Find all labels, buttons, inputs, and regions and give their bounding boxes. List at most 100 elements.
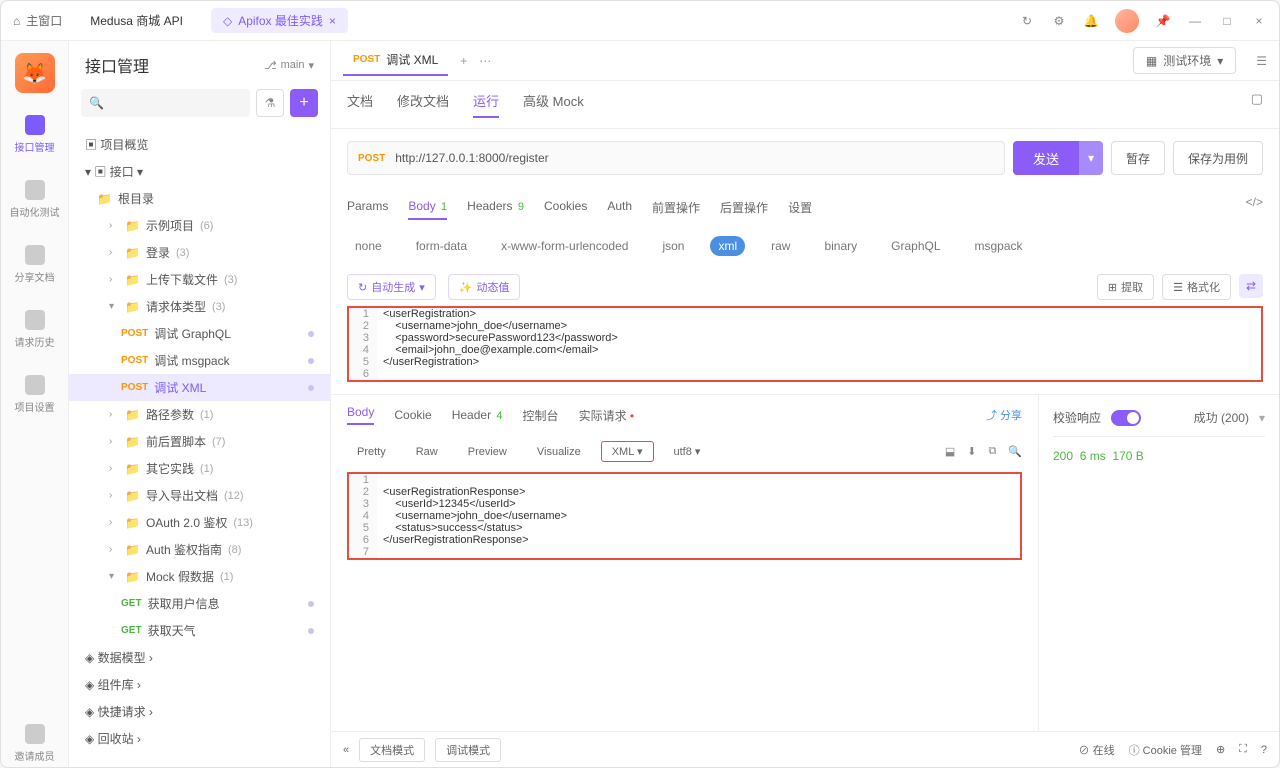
format-option[interactable]: Visualize — [527, 443, 591, 461]
tree-section[interactable]: ◈ 组件库 › — [69, 671, 330, 698]
tree-section[interactable]: ◈ 快捷请求 › — [69, 698, 330, 725]
doctab[interactable]: 运行 — [473, 91, 499, 118]
tree-endpoint[interactable]: POST 调试 msgpack — [69, 347, 330, 374]
settings-icon[interactable]: ⚙ — [1051, 13, 1067, 29]
tree-folder[interactable]: ›📁 导入导出文档 (12) — [69, 482, 330, 509]
validate-toggle[interactable] — [1111, 410, 1141, 426]
send-button[interactable]: 发送 — [1013, 141, 1079, 175]
toggle-button[interactable]: ⇄ — [1239, 274, 1263, 298]
tree-endpoint[interactable]: GET 获取用户信息 — [69, 590, 330, 617]
format-option[interactable]: utf8 ▾ — [664, 442, 711, 461]
logo[interactable]: 🦊 — [15, 53, 55, 93]
tree-root[interactable]: 📁 根目录 — [69, 185, 330, 212]
doctab[interactable]: 高级 Mock — [523, 91, 584, 118]
body-type[interactable]: GraphQL — [883, 236, 948, 256]
env-selector[interactable]: ▦ 测试环境 ▾ — [1133, 47, 1236, 74]
tree-section[interactable]: ◈ 回收站 › — [69, 725, 330, 752]
collapse-icon[interactable]: « — [343, 744, 349, 756]
filter-button[interactable]: ⚗ — [256, 89, 284, 117]
resp-tab[interactable]: Body — [347, 405, 374, 425]
code-icon[interactable]: </> — [1246, 195, 1263, 220]
tree-section[interactable]: ◈ 数据模型 › — [69, 644, 330, 671]
save-case-button[interactable]: 保存为用例 — [1173, 141, 1263, 175]
tree-folder[interactable]: ▾📁 Mock 假数据 (1) — [69, 563, 330, 590]
debug-mode-button[interactable]: 调试模式 — [435, 738, 501, 762]
tree-overview[interactable]: ▣ 项目概览 — [69, 131, 330, 158]
tree-folder[interactable]: ›📁 示例项目 (6) — [69, 212, 330, 239]
extract-button[interactable]: ⊞ 提取 — [1097, 274, 1154, 300]
tree-endpoint[interactable]: POST 调试 XML — [69, 374, 330, 401]
tree-folder[interactable]: ›📁 其它实践 (1) — [69, 455, 330, 482]
body-type[interactable]: binary — [816, 236, 865, 256]
copy-icon[interactable]: ⧉ — [988, 445, 996, 458]
search-input[interactable]: 🔍 — [81, 89, 250, 117]
tree-folder[interactable]: ›📁 登录 (3) — [69, 239, 330, 266]
doc-mode-button[interactable]: 文档模式 — [359, 738, 425, 762]
tree-folder[interactable]: ▾📁 请求体类型 (3) — [69, 293, 330, 320]
format-option[interactable]: Raw — [406, 443, 448, 461]
nav-history[interactable]: 请求历史 — [11, 306, 59, 353]
menu-icon[interactable]: ☰ — [1256, 54, 1267, 68]
minimize-icon[interactable]: — — [1187, 13, 1203, 29]
body-type[interactable]: form-data — [408, 236, 475, 256]
home-button[interactable]: ⌂ 主窗口 — [13, 12, 62, 29]
body-type[interactable]: json — [654, 236, 692, 256]
search-icon[interactable]: 🔍 — [1008, 445, 1022, 458]
share-button[interactable]: ⤴ 分享 — [986, 407, 1022, 423]
nav-settings[interactable]: 项目设置 — [11, 371, 59, 418]
format-option[interactable]: Pretty — [347, 443, 396, 461]
plus-icon[interactable]: ⊕ — [1216, 743, 1225, 756]
more-icon[interactable]: ⋯ — [479, 54, 491, 68]
param-tab[interactable]: Auth — [607, 195, 632, 220]
nav-autotest[interactable]: 自动化测试 — [6, 176, 64, 223]
tab-apifox[interactable]: ◇ Apifox 最佳实践 × — [211, 8, 348, 33]
request-body-editor[interactable]: 1<userRegistration>2 <username>john_doe<… — [347, 306, 1263, 382]
chevron-down-icon[interactable]: ▾ — [1259, 411, 1265, 425]
nav-share[interactable]: 分享文档 — [11, 241, 59, 288]
format-option[interactable]: XML ▾ — [601, 441, 654, 462]
tree-endpoint[interactable]: GET 获取天气 — [69, 617, 330, 644]
maximize-icon[interactable]: □ — [1219, 13, 1235, 29]
doctab[interactable]: 文档 — [347, 91, 373, 118]
param-tab[interactable]: 前置操作 — [652, 195, 700, 220]
avatar[interactable] — [1115, 9, 1139, 33]
param-tab[interactable]: Headers 9 — [467, 195, 524, 220]
param-tab[interactable]: Params — [347, 195, 388, 220]
tree-endpoint[interactable]: POST 调试 GraphQL — [69, 320, 330, 347]
resp-tab[interactable]: Header 4 — [452, 408, 503, 422]
add-tab-icon[interactable]: + — [460, 54, 467, 68]
box-icon[interactable]: ⛶ — [1239, 743, 1247, 756]
param-tab[interactable]: Cookies — [544, 195, 587, 220]
nav-api[interactable]: 接口管理 — [11, 111, 59, 158]
url-input[interactable]: POST http://127.0.0.1:8000/register — [347, 141, 1005, 175]
add-button[interactable]: + — [290, 89, 318, 117]
bell-icon[interactable]: 🔔 — [1083, 13, 1099, 29]
auto-gen-button[interactable]: ↻ 自动生成 ▾ — [347, 274, 436, 300]
body-type[interactable]: none — [347, 236, 390, 256]
request-tab[interactable]: POST 调试 XML — [343, 45, 448, 76]
resp-tab[interactable]: 实际请求 • — [579, 407, 635, 424]
resp-tab[interactable]: Cookie — [394, 408, 431, 422]
tree-folder[interactable]: ›📁 前后置脚本 (7) — [69, 428, 330, 455]
body-type[interactable]: raw — [763, 236, 798, 256]
export-icon[interactable]: ⬇ — [967, 445, 976, 458]
tree-folder[interactable]: ›📁 路径参数 (1) — [69, 401, 330, 428]
pin-icon[interactable]: 📌 — [1155, 13, 1171, 29]
body-type[interactable]: msgpack — [967, 236, 1031, 256]
tree-folder[interactable]: ›📁 Auth 鉴权指南 (8) — [69, 536, 330, 563]
help-icon[interactable]: ? — [1261, 744, 1267, 756]
body-type[interactable]: x-www-form-urlencoded — [493, 236, 636, 256]
dyn-val-button[interactable]: ✨ 动态值 — [448, 274, 521, 300]
close-icon[interactable]: × — [1251, 13, 1267, 29]
body-type[interactable]: xml — [710, 236, 745, 256]
resp-tab[interactable]: 控制台 — [523, 407, 559, 424]
tab-medusa[interactable]: Medusa 商城 API — [78, 8, 195, 33]
doctab[interactable]: 修改文档 — [397, 91, 449, 118]
save-tmp-button[interactable]: 暂存 — [1111, 141, 1165, 175]
download-icon[interactable]: ⬓ — [945, 445, 955, 458]
nav-invite[interactable]: 邀请成员 — [11, 720, 59, 767]
format-option[interactable]: Preview — [458, 443, 517, 461]
format-button[interactable]: ☰ 格式化 — [1162, 274, 1231, 300]
tree-folder[interactable]: ›📁 上传下载文件 (3) — [69, 266, 330, 293]
branch-selector[interactable]: ⎇ main ▾ — [264, 59, 314, 72]
